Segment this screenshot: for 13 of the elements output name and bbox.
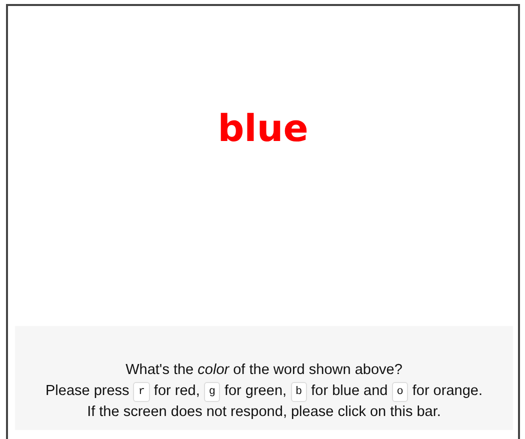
key-label: b bbox=[290, 382, 308, 402]
question-text: What's the color of the word shown above? bbox=[126, 361, 402, 380]
instruction-text: for orange. bbox=[412, 382, 482, 401]
instruction-text: for blue and bbox=[311, 382, 388, 401]
instruction-text: for green, bbox=[224, 382, 287, 401]
instruction-text: Please press bbox=[45, 382, 130, 401]
help-text: If the screen does not respond, please click on this bar. bbox=[87, 403, 441, 422]
key-label: r bbox=[133, 382, 150, 402]
key-label: o bbox=[392, 382, 408, 402]
instruction-bar[interactable]: What's the color of the word shown above? Please press r for red, g for green, b for blue and o for orange. If the screen does not respond, please click on this bar. bbox=[15, 326, 513, 430]
instruction-text: for red, bbox=[154, 382, 200, 401]
key-label: g bbox=[204, 382, 220, 402]
stimulus-word: blue bbox=[218, 110, 308, 147]
